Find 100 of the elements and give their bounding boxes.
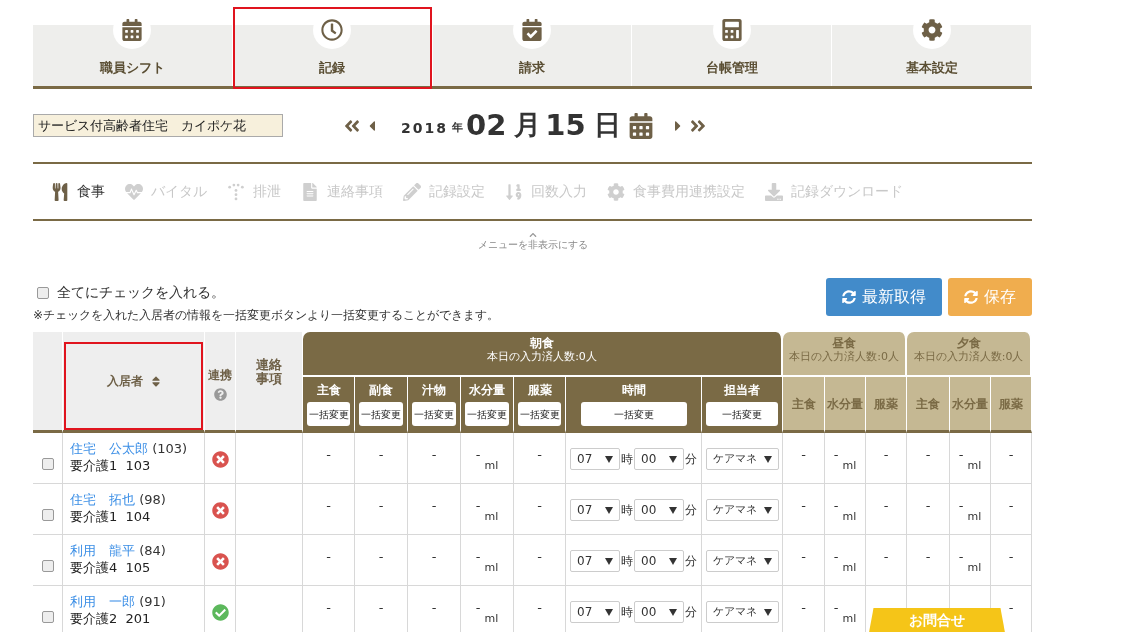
cell-value: - xyxy=(475,548,481,566)
bulk-change-button[interactable]: 一括変更 xyxy=(706,402,779,426)
minute-select[interactable]: 00 xyxy=(634,601,684,623)
cell-value: - xyxy=(833,548,839,566)
bulk-change-button[interactable]: 一括変更 xyxy=(359,402,403,426)
hour-select[interactable]: 07 xyxy=(570,448,620,470)
unit-label: ml xyxy=(484,560,499,576)
cell-value: - xyxy=(801,447,806,462)
calendar-icon xyxy=(121,19,144,41)
dropdown-caret-icon xyxy=(605,557,613,565)
dropdown-caret-icon xyxy=(669,455,677,463)
cell-value: - xyxy=(537,549,542,564)
unit-label: ml xyxy=(842,611,857,627)
hour-label: 時 xyxy=(621,604,633,621)
cell-value: - xyxy=(833,497,839,515)
checkbox[interactable] xyxy=(41,509,54,521)
year-label: 年 xyxy=(451,120,463,137)
check-all-label: 全てにチェックを入れる。 xyxy=(57,283,225,302)
cell-value: - xyxy=(431,498,437,513)
minute-select[interactable]: 00 xyxy=(634,499,684,521)
bulk-change-button[interactable]: 一括変更 xyxy=(580,402,687,426)
cell-value: - xyxy=(378,549,384,564)
checkbox[interactable] xyxy=(41,458,54,470)
header-cell[interactable]: 入居者 xyxy=(63,332,205,433)
care-level: 要介護4 105 xyxy=(70,559,152,576)
cell-value: - xyxy=(883,498,889,513)
staff-select[interactable]: ケアマネ xyxy=(705,448,779,470)
cell-value: - xyxy=(1008,447,1014,462)
clock-icon xyxy=(321,19,344,41)
sort-icon[interactable] xyxy=(150,374,161,388)
dots-icon xyxy=(227,182,245,201)
dropdown-caret-icon xyxy=(669,608,677,616)
dropdown-caret-icon xyxy=(763,506,772,514)
hour-select[interactable]: 07 xyxy=(570,550,620,572)
column-label: 水分量 xyxy=(952,395,989,413)
minute-label: 分 xyxy=(685,451,697,468)
cell-value: - xyxy=(925,447,931,462)
unit-label: ml xyxy=(842,560,857,576)
bulk-change-button[interactable]: 一括変更 xyxy=(518,402,561,426)
month-label: 月 xyxy=(514,108,542,143)
minute-select[interactable]: 00 xyxy=(634,448,684,470)
link-header: 連携 xyxy=(208,367,232,384)
unit-label: ml xyxy=(967,560,982,576)
calendar-icon[interactable] xyxy=(628,112,653,139)
column-label: 服薬 xyxy=(874,395,899,413)
meal-count: 本日の入力済人数:0人 xyxy=(913,350,1024,363)
gear-icon xyxy=(607,182,625,201)
cell-value: - xyxy=(1008,498,1014,513)
download-icon xyxy=(765,182,783,201)
gear-icon xyxy=(920,19,943,41)
staff-select[interactable]: ケアマネ xyxy=(705,499,779,521)
cell-value: - xyxy=(475,497,481,515)
hide-menu-button[interactable]: メニューを非表示にする xyxy=(477,231,588,251)
unit-label: ml xyxy=(967,509,982,525)
cell-value: - xyxy=(326,498,331,513)
resident-link[interactable]: 住宅 公太郎 xyxy=(70,441,148,456)
care-level: 要介護1 103 xyxy=(70,457,152,474)
resident-link[interactable]: 住宅 拓也 xyxy=(70,492,135,507)
minute-label: 分 xyxy=(685,604,697,621)
pencil-icon xyxy=(403,182,421,201)
calculator-icon xyxy=(720,19,743,41)
checkbox[interactable] xyxy=(37,286,49,299)
column-label: 主食 xyxy=(916,395,941,413)
cell-value: - xyxy=(925,549,931,564)
resident-link[interactable]: 利用 龍平 xyxy=(70,543,135,558)
resident-link[interactable]: 利用 一郎 xyxy=(70,594,135,609)
refresh-button[interactable]: 最新取得 xyxy=(826,278,942,316)
unit-label: ml xyxy=(484,611,499,627)
refresh-icon xyxy=(964,290,978,304)
staff-select[interactable]: ケアマネ xyxy=(705,550,779,572)
bulk-change-button[interactable]: 一括変更 xyxy=(412,402,456,426)
meal-title: 昼食 xyxy=(832,337,857,350)
staff-select[interactable]: ケアマネ xyxy=(705,601,779,623)
dropdown-caret-icon xyxy=(669,506,677,514)
cell-value: - xyxy=(958,497,964,515)
cell-value: - xyxy=(833,446,839,464)
dropdown-caret-icon xyxy=(605,506,613,514)
record-menu-item[interactable]: 食事 xyxy=(51,181,105,202)
checkbox[interactable] xyxy=(41,611,54,623)
hour-label: 時 xyxy=(621,553,633,570)
hour-select[interactable]: 07 xyxy=(570,499,620,521)
cell-value: - xyxy=(833,599,839,617)
cell-value: - xyxy=(1008,549,1014,564)
facility-field[interactable]: サービス付高齢者住宅 カイポケ花 xyxy=(33,114,283,137)
unit-label: ml xyxy=(484,509,499,525)
resident-age: (84) xyxy=(139,543,166,558)
minute-select[interactable]: 00 xyxy=(634,550,684,572)
dropdown-caret-icon xyxy=(763,455,772,463)
resident-age: (91) xyxy=(139,594,166,609)
column-label: 水分量 xyxy=(827,395,864,413)
checkbox[interactable] xyxy=(41,560,54,572)
meal-title: 朝食 xyxy=(530,337,554,350)
cell-value: - xyxy=(883,447,889,462)
day-label: 日 xyxy=(593,108,621,143)
bulk-change-button[interactable]: 一括変更 xyxy=(307,402,350,426)
column-label: 担当者 xyxy=(724,382,760,399)
dropdown-caret-icon xyxy=(763,608,772,616)
hour-select[interactable]: 07 xyxy=(570,601,620,623)
bulk-change-button[interactable]: 一括変更 xyxy=(465,402,509,426)
dropdown-caret-icon xyxy=(669,557,677,565)
